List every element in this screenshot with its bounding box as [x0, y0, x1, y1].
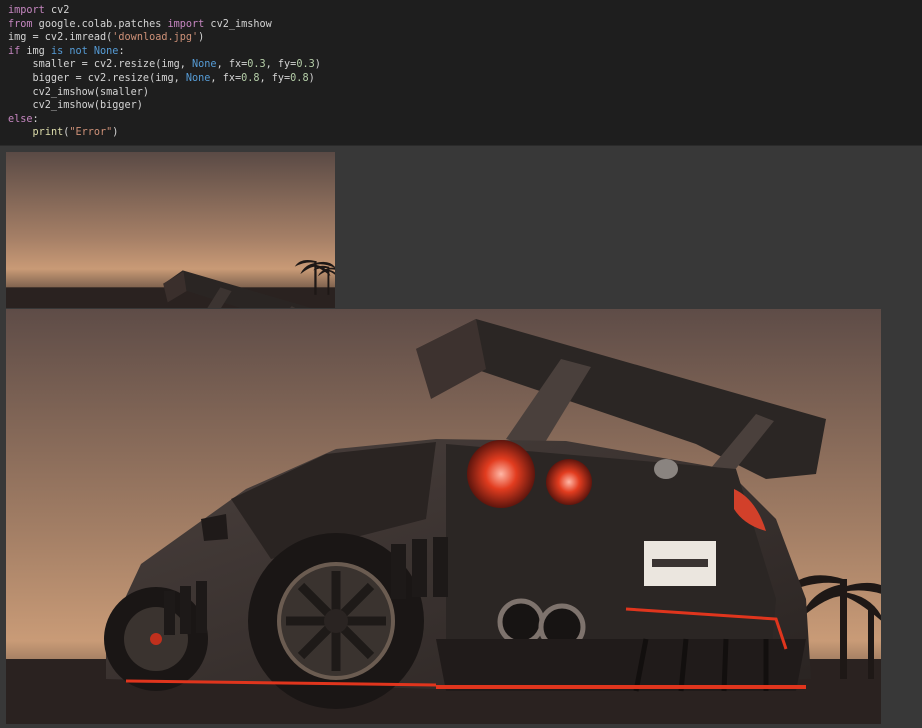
code-token: , fy=	[265, 59, 297, 71]
code-token: is not	[50, 45, 88, 57]
code-token: , fx=	[210, 72, 242, 84]
code-token: 0.8	[241, 72, 260, 84]
code-token: None	[93, 45, 119, 57]
code-token: cv2_imshow(bigger)	[8, 100, 143, 112]
code-token: img	[20, 45, 51, 57]
code-token: smaller = cv2.resize(img,	[8, 59, 193, 71]
code-token: "Error"	[69, 127, 113, 139]
code-token: )	[198, 32, 205, 44]
code-token: if	[8, 45, 21, 57]
code-line: else:	[8, 113, 321, 127]
code-token: import	[8, 5, 45, 16]
code-cell[interactable]: import cv2 from google.colab.patches impo…	[0, 0, 922, 146]
code-token: 0.8	[290, 72, 309, 84]
code-line: import cv2	[8, 4, 321, 18]
code-token: else	[8, 113, 33, 125]
car-photo-big	[6, 309, 881, 724]
code-token: )	[314, 59, 321, 71]
code-line: cv2_imshow(bigger)	[8, 99, 321, 113]
output-image-bigger	[6, 309, 881, 724]
code-token: bigger = cv2.resize(img,	[8, 72, 186, 84]
code-line: cv2_imshow(smaller)	[8, 86, 321, 100]
code-token: import	[167, 18, 205, 30]
code-token: img = cv2.imread(	[8, 32, 113, 44]
code-token: None	[192, 59, 217, 71]
code-token: 'download.jpg'	[112, 32, 199, 44]
code-token: 0.3	[247, 59, 266, 71]
code-token: )	[112, 127, 119, 139]
code-line: img = cv2.imread('download.jpg')	[8, 31, 321, 45]
code-token: )	[308, 72, 315, 84]
code-line: bigger = cv2.resize(img, None, fx=0.8, f…	[8, 72, 321, 86]
code-line: if img is not None:	[8, 45, 321, 59]
code-token: , fx=	[216, 59, 248, 71]
code-line: from google.colab.patches import cv2_ims…	[8, 18, 321, 32]
code-token: cv2	[44, 5, 70, 16]
code-token: cv2_imshow(smaller)	[8, 86, 150, 98]
code-token: :	[118, 45, 125, 57]
code-token: :	[32, 113, 39, 125]
code-token: 0.3	[296, 59, 315, 71]
output-image-smaller	[6, 152, 335, 308]
code-line: smaller = cv2.resize(img, None, fx=0.3, …	[8, 58, 321, 72]
car-photo-small	[6, 152, 335, 308]
code-token: print	[32, 127, 64, 139]
code-token: from	[8, 18, 33, 30]
code-token: None	[185, 72, 211, 84]
code-token: google.colab.patches	[32, 18, 168, 30]
code-editor[interactable]: import cv2 from google.colab.patches impo…	[8, 4, 321, 140]
code-token: , fy=	[259, 72, 291, 84]
code-token: cv2_imshow	[204, 18, 272, 30]
code-line: print("Error")	[8, 126, 321, 140]
